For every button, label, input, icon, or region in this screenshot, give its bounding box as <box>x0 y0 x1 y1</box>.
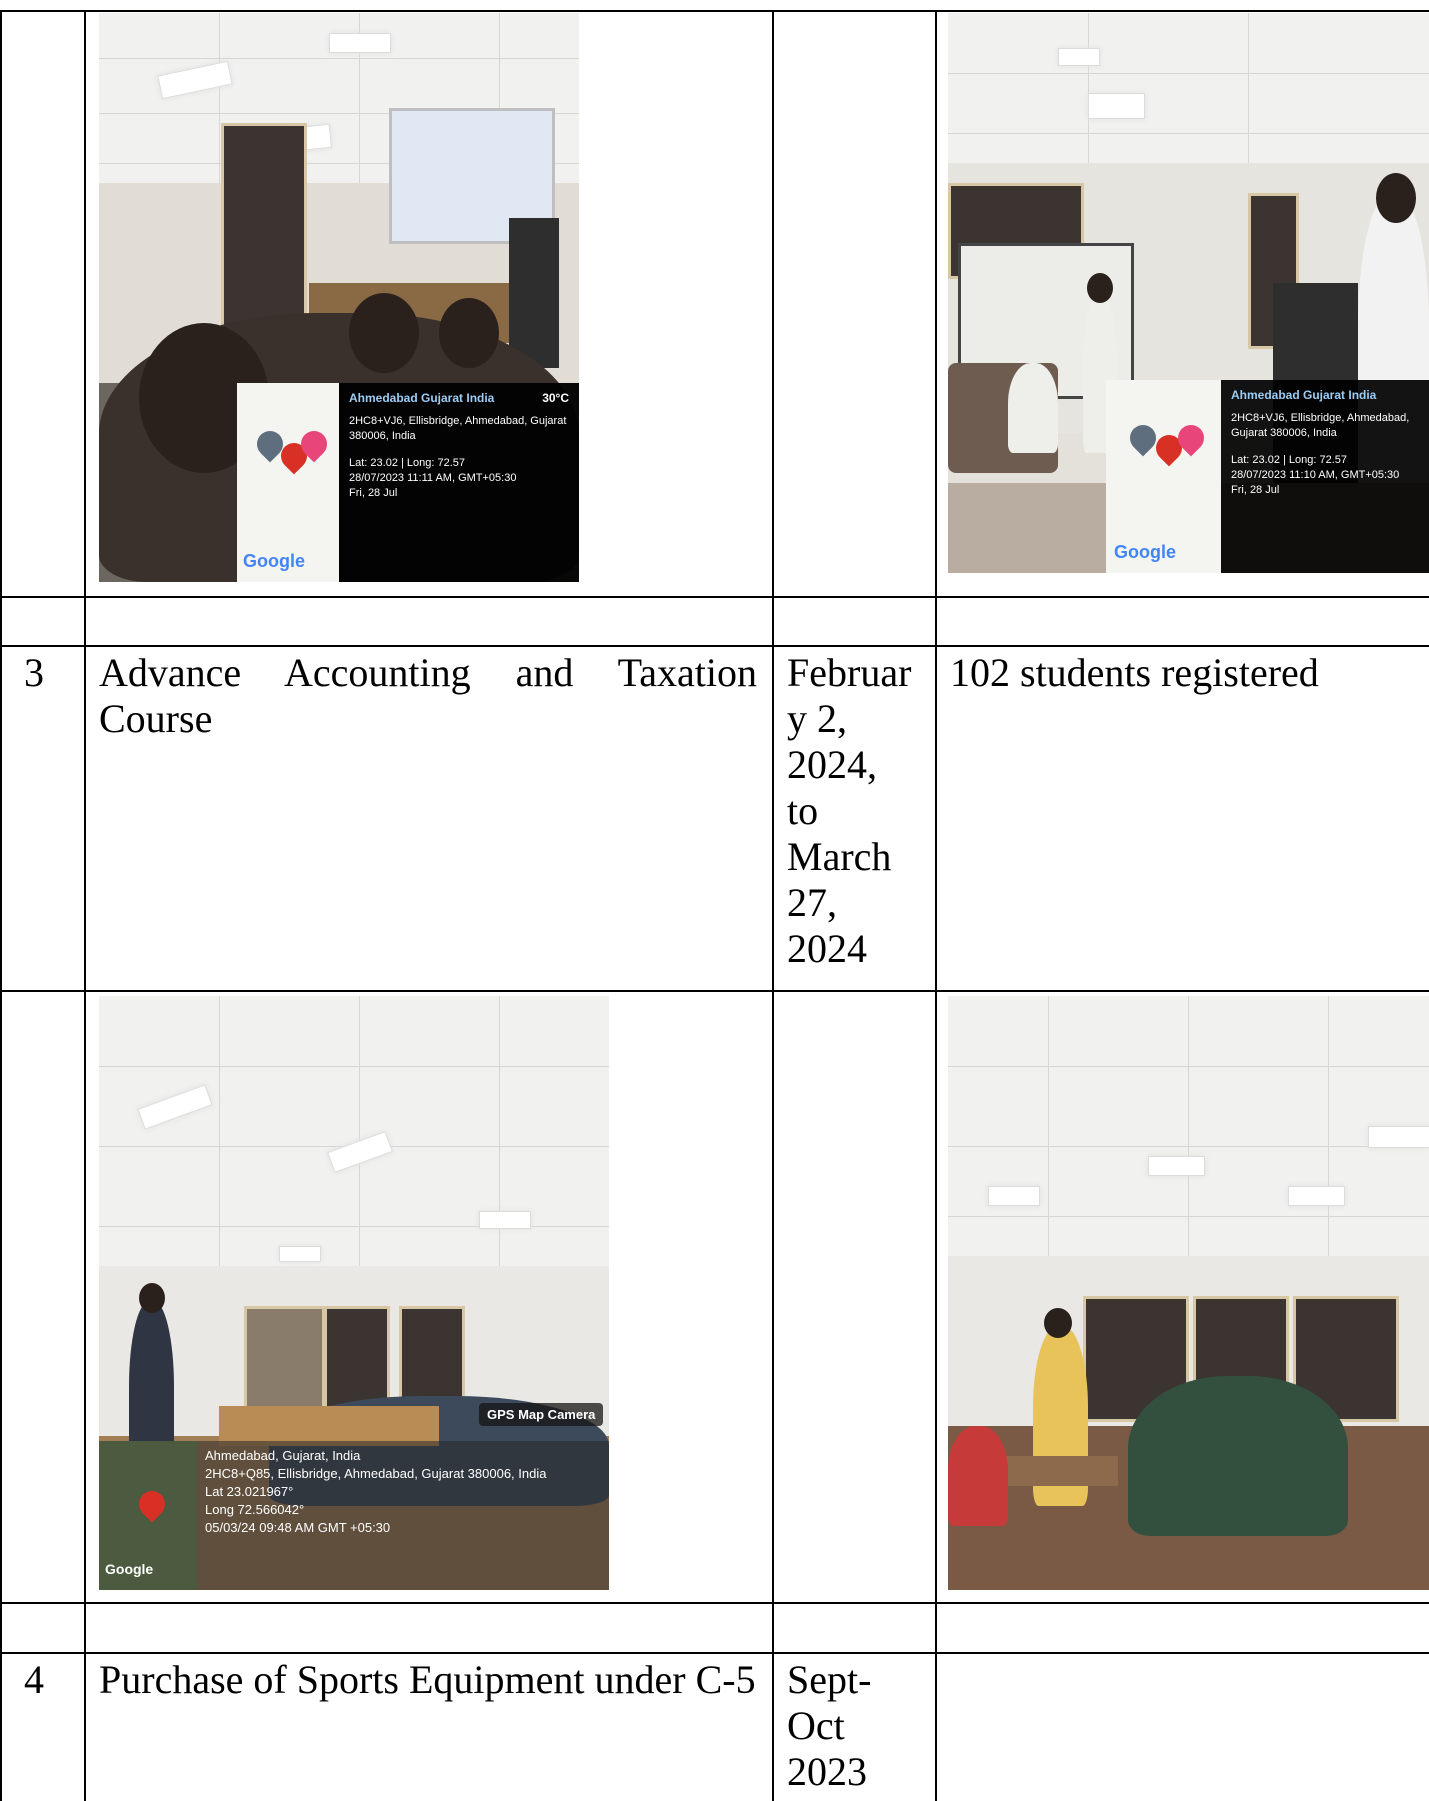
column-divider <box>772 10 774 1801</box>
program-name: Purchase of Sports Equipment under C-5 <box>99 1657 756 1702</box>
program-date: Februar y 2, 2024, to March 27, 2024 <box>787 650 912 971</box>
location-title: Ahmedabad, Gujarat, India <box>205 1448 361 1463</box>
latlong-text: Lat: 23.02 | Long: 72.57 <box>349 457 466 469</box>
day-text: Fri, 28 Jul <box>1231 484 1280 496</box>
google-logo: Google <box>105 1561 154 1577</box>
row-divider <box>0 990 1429 992</box>
geotag-info: Ahmedabad Gujarat India 2HC8+VJ6, Ellisb… <box>1221 380 1429 573</box>
location-title: Ahmedabad Gujarat India <box>349 391 495 405</box>
google-logo: Google <box>1114 542 1176 562</box>
row-divider <box>0 1652 1429 1654</box>
weather-label: 30°C <box>542 391 569 405</box>
event-photo-2: Google Ahmedabad Gujarat India 2HC8+VJ6,… <box>948 13 1429 573</box>
day-text: Fri, 28 Jul <box>349 487 398 499</box>
map-thumbnail: Google <box>99 1441 197 1590</box>
row-serial-number: 3 <box>24 650 44 695</box>
row-serial-number: 4 <box>24 1657 44 1702</box>
geotag-info: Ahmedabad Gujarat India 30°C 2HC8+VJ6, El… <box>339 383 579 582</box>
latlong-text: Lat: 23.02 | Long: 72.57 <box>1231 454 1348 466</box>
program-name: Advance Accounting and Taxation Course <box>99 650 757 741</box>
event-photo-4 <box>948 996 1429 1590</box>
long-text: Long 72.566042° <box>205 1502 305 1517</box>
geotag-info: Ahmedabad, Gujarat, India 2HC8+Q85, Elli… <box>197 1441 609 1590</box>
row-divider <box>0 596 1429 598</box>
program-date: Sept- Oct 2023 <box>787 1657 872 1794</box>
event-photo-3: GPS Map Camera Google Ahmedabad, Gujarat… <box>99 996 609 1590</box>
table-left-border <box>0 10 2 1801</box>
gps-map-camera-tag: GPS Map Camera <box>479 1403 604 1426</box>
row-divider <box>0 645 1429 647</box>
column-divider <box>84 10 86 1801</box>
address-text: 2HC8+VJ6, Ellisbridge, Ahmedabad, Gujara… <box>1231 412 1410 439</box>
event-photo-1: Google Ahmedabad Gujarat India 30°C 2HC8+… <box>99 13 579 582</box>
column-divider <box>935 10 937 1801</box>
address-text: 2HC8+Q85, Ellisbridge, Ahmedabad, Gujara… <box>205 1466 547 1481</box>
address-text: 2HC8+VJ6, Ellisbridge, Ahmedabad, Gujara… <box>349 415 567 442</box>
program-details: 102 students registered <box>950 650 1319 695</box>
datetime-text: 05/03/24 09:48 AM GMT +05:30 <box>205 1520 391 1535</box>
google-logo: Google <box>243 551 305 571</box>
map-thumbnail: Google <box>1106 380 1221 573</box>
row-divider <box>0 1602 1429 1604</box>
map-thumbnail: Google <box>237 383 339 582</box>
datetime-text: 28/07/2023 11:10 AM, GMT+05:30 <box>1231 469 1400 481</box>
datetime-text: 28/07/2023 11:11 AM, GMT+05:30 <box>349 472 517 484</box>
table-top-border <box>0 10 1429 12</box>
location-title: Ahmedabad Gujarat India <box>1231 388 1377 402</box>
lat-text: Lat 23.021967° <box>205 1484 294 1499</box>
